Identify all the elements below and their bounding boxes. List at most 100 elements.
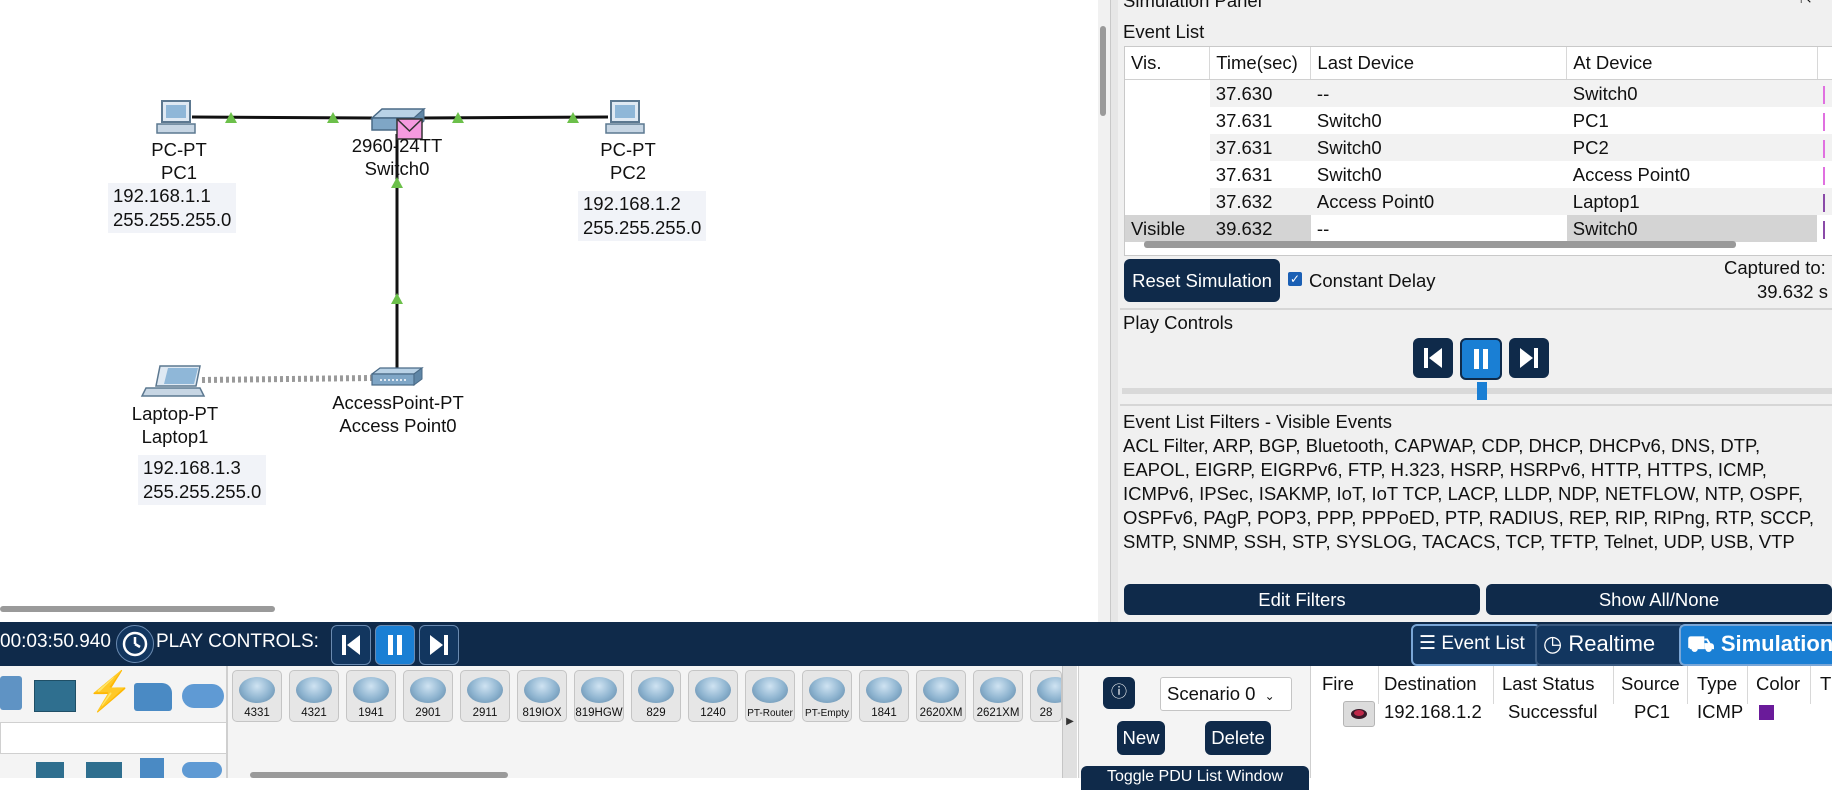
palette-device-1841[interactable]: 1841 — [859, 670, 909, 722]
pdu-col-source[interactable]: Source — [1621, 673, 1680, 695]
laptop-ip-box: 192.168.1.3 255.255.255.0 — [138, 455, 267, 505]
topology-canvas[interactable]: PC-PT PC1 192.168.1.1 255.255.255.0 2960… — [0, 0, 1095, 612]
event-row[interactable]: 37.631 Switch0 Access Point0 — [1125, 161, 1832, 188]
event-type-marker — [1817, 79, 1832, 107]
link-pc1-switch[interactable] — [191, 115, 373, 120]
event-time: 37.632 — [1209, 188, 1311, 215]
col-last-device[interactable]: Last Device — [1310, 47, 1568, 80]
pdu-col-type[interactable]: Type — [1697, 673, 1737, 695]
event-color-mark — [1823, 220, 1826, 239]
event-list-horizontal-scrollbar[interactable] — [1144, 241, 1736, 248]
step-back-button[interactable] — [1413, 338, 1453, 378]
event-last-device: Switch0 — [1316, 109, 1382, 131]
pc1-mask: 255.255.255.0 — [113, 209, 232, 230]
realtime-mode-button[interactable]: ◷ Realtime — [1535, 624, 1685, 666]
palette-device-819iox[interactable]: 819IOX — [517, 670, 567, 722]
laptop-mask: 255.255.255.0 — [143, 481, 262, 502]
event-list-toggle-button[interactable]: ☰ Event List — [1411, 624, 1541, 666]
palette-device-2911[interactable]: 2911 — [460, 670, 510, 722]
palette-device-label: 2901 — [415, 707, 441, 719]
palette-device-pt-router[interactable]: PT-Router — [745, 670, 795, 722]
palette-device-4321[interactable]: 4321 — [289, 670, 339, 722]
pdu-fire-button[interactable] — [1343, 701, 1375, 727]
event-row[interactable]: 37.630 -- Switch0 — [1125, 79, 1832, 107]
laptop-icon[interactable] — [140, 365, 206, 397]
event-row[interactable]: 37.631 Switch0 PC2 — [1125, 134, 1832, 161]
bottom-play-pause-button[interactable] — [375, 625, 415, 665]
fire-icon — [1351, 709, 1367, 719]
ap-name-label: Access Point0 — [339, 415, 457, 436]
palette-device-2621xm[interactable]: 2621XM — [973, 670, 1023, 722]
palette-device-label: 28 — [1039, 707, 1053, 719]
pc2-ip-box: 192.168.1.2 255.255.255.0 — [578, 191, 707, 241]
event-at-device: Switch0 — [1566, 215, 1818, 242]
wan-emulation-category-icon[interactable] — [182, 762, 222, 778]
simulation-mode-button[interactable]: ⛟ Simulation — [1679, 624, 1832, 666]
pdu-col-last-status[interactable]: Last Status — [1502, 673, 1595, 695]
palette-device-partial[interactable]: 28 — [1030, 670, 1062, 722]
pdu-col-destination[interactable]: Destination — [1384, 673, 1477, 695]
cloud-category-icon[interactable] — [182, 684, 224, 708]
event-row[interactable]: 37.632 Access Point0 Laptop1 — [1125, 188, 1832, 215]
pdu-col-color[interactable]: Color — [1756, 673, 1800, 695]
constant-delay-checkbox[interactable]: ✓ — [1288, 272, 1302, 286]
palette-device-1941[interactable]: 1941 — [346, 670, 396, 722]
new-scenario-button[interactable]: New — [1117, 721, 1165, 755]
col-type-marker — [1817, 47, 1832, 80]
bottom-step-back-button[interactable] — [331, 625, 371, 665]
palette-device-pt-empty[interactable]: PT-Empty — [802, 670, 852, 722]
scenario-info-button[interactable]: ⓘ — [1103, 677, 1135, 709]
palette-device-1240[interactable]: 1240 — [688, 670, 738, 722]
scenario-select[interactable]: Scenario 0 ⌄ — [1160, 677, 1292, 711]
palette-device-829[interactable]: 829 — [631, 670, 681, 722]
toggle-pdu-list-window-button[interactable]: Toggle PDU List Window — [1081, 766, 1309, 790]
delete-scenario-button[interactable]: Delete — [1205, 721, 1271, 755]
canvas-vertical-scrollbar-thumb[interactable] — [1100, 26, 1106, 116]
col-time[interactable]: Time(sec) — [1209, 47, 1312, 80]
access-point-icon[interactable] — [370, 367, 424, 386]
end-devices-category-icon[interactable] — [34, 680, 76, 712]
palette-horizontal-scrollbar[interactable] — [250, 772, 508, 778]
palette-device-2901[interactable]: 2901 — [403, 670, 453, 722]
palette-device-4331[interactable]: 4331 — [232, 670, 282, 722]
event-row[interactable]: 37.631 Switch0 PC1 — [1125, 107, 1832, 134]
pdu-col-truncated[interactable]: T — [1820, 673, 1831, 695]
hub-category-icon[interactable] — [86, 762, 122, 778]
playback-slider-thumb[interactable] — [1477, 382, 1487, 400]
link-switch-pc2[interactable] — [419, 115, 609, 120]
router-icon — [581, 677, 617, 703]
wireless-category-icon[interactable] — [140, 758, 164, 778]
canvas-horizontal-scrollbar[interactable] — [0, 606, 275, 612]
connections-category-icon[interactable]: ⚡ — [86, 672, 133, 712]
event-type-marker — [1817, 107, 1832, 134]
pc1-icon[interactable] — [156, 100, 196, 134]
pdu-col-fire[interactable]: Fire — [1322, 673, 1354, 695]
bottom-step-forward-button[interactable] — [419, 625, 459, 665]
miscellaneous-category-icon[interactable] — [134, 683, 172, 711]
reset-simulation-button[interactable]: Reset Simulation — [1124, 259, 1280, 302]
divider — [1120, 308, 1832, 310]
palette-device-label: 819HGW — [575, 707, 623, 719]
step-forward-button[interactable] — [1509, 338, 1549, 378]
show-all-none-button[interactable]: Show All/None — [1486, 584, 1832, 615]
event-row-current[interactable]: Visible 39.632 -- Switch0 — [1125, 215, 1832, 242]
col-vis[interactable]: Vis. — [1125, 47, 1211, 80]
play-pause-button[interactable] — [1460, 338, 1502, 380]
network-devices-category-icon[interactable] — [0, 676, 22, 710]
router-icon — [524, 677, 560, 703]
switch-category-icon[interactable] — [36, 762, 64, 778]
device-search-input[interactable] — [0, 722, 227, 754]
reset-time-button[interactable] — [116, 625, 154, 663]
pc1-type-label: PC-PT — [151, 139, 207, 160]
col-at-device[interactable]: At Device — [1566, 47, 1818, 80]
pdu-last-status: Successful — [1508, 701, 1598, 722]
palette-expand-arrow-icon[interactable]: ▶ — [1062, 666, 1077, 778]
clock-reset-icon — [122, 631, 148, 657]
pc2-icon[interactable] — [605, 100, 645, 134]
palette-device-2620xm[interactable]: 2620XM — [916, 670, 966, 722]
event-list-table[interactable]: Vis. Time(sec) Last Device At Device 37.… — [1124, 46, 1832, 256]
palette-device-819hgw[interactable]: 819HGW — [574, 670, 624, 722]
panel-undock-icon[interactable]: ⇱ — [1800, 0, 1812, 7]
edit-filters-button[interactable]: Edit Filters — [1124, 584, 1480, 615]
event-time: 37.630 — [1209, 79, 1311, 107]
